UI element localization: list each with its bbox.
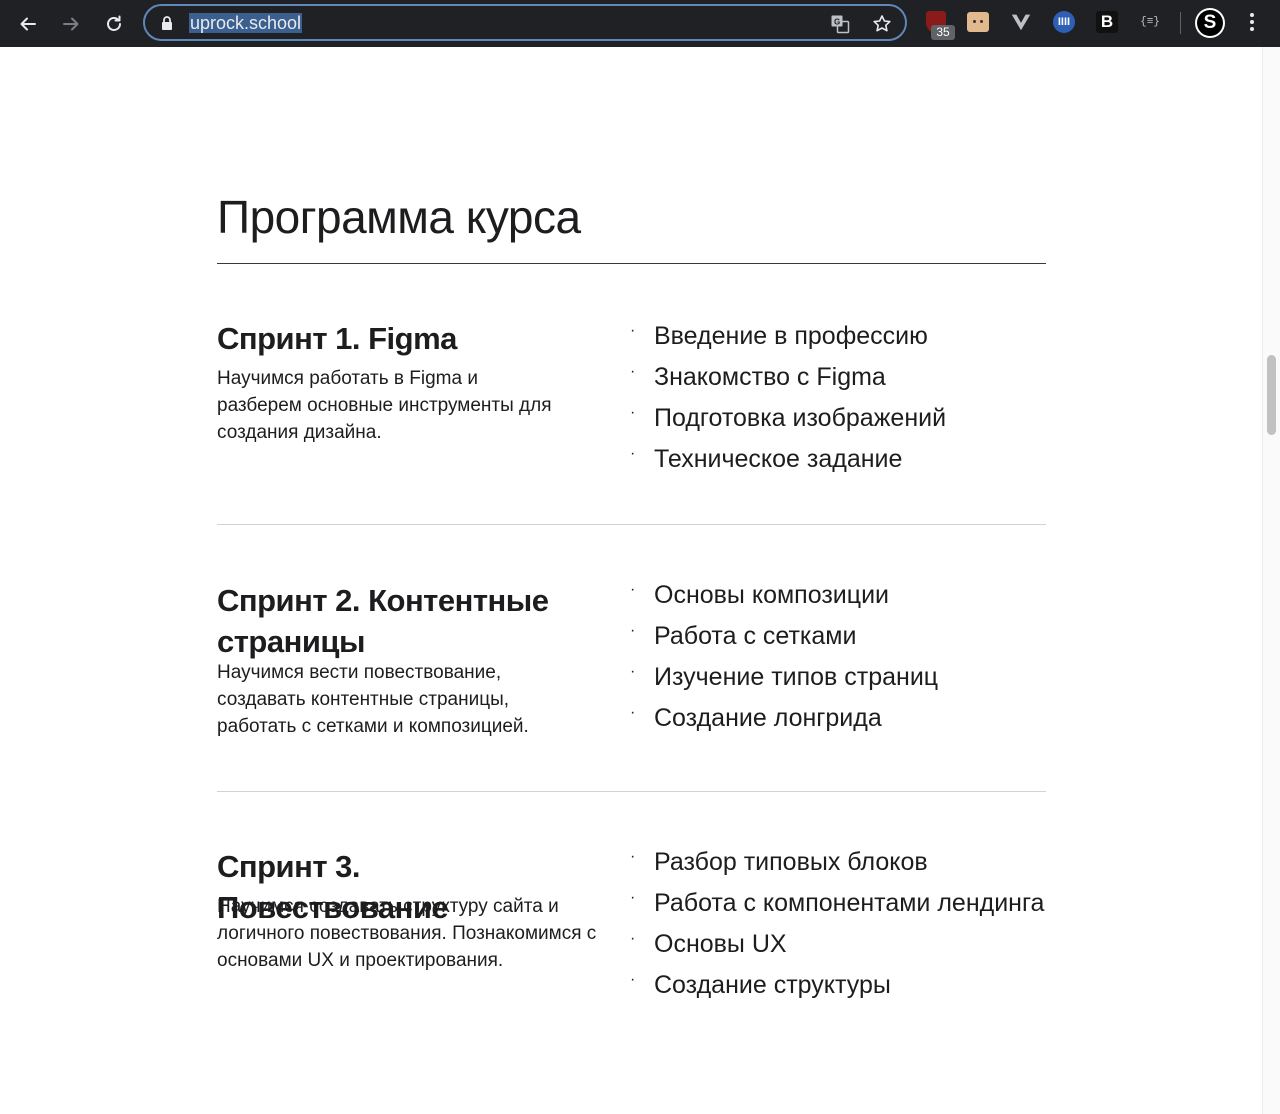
profile-avatar[interactable]: S [1195,8,1225,38]
sprint-divider [217,524,1046,525]
sprint-divider [217,791,1046,792]
bullet: · [630,704,636,721]
list-item: · Подготовка изображений [630,404,947,432]
reload-button[interactable] [99,9,129,39]
bullet: · [630,581,636,598]
arrow-left-icon [20,17,36,31]
bullet: · [630,930,636,947]
bars-extension-icon[interactable]: IIII [1052,10,1076,34]
translate-icon[interactable]: G [829,13,851,35]
page-title: Программа курса [217,191,581,243]
bullet: · [630,971,636,988]
json-viewer-icon[interactable]: {≡} [1136,10,1164,34]
bullet: · [630,404,636,421]
sprint-1-description: Научимся работать в Figma и разберем осн… [217,368,552,443]
forward-button[interactable] [56,9,86,39]
vue-devtools-icon[interactable] [1009,10,1033,34]
back-button[interactable] [13,9,43,39]
ublock-count-badge: 35 [931,25,955,40]
address-bar[interactable]: uprock.school G [143,4,907,41]
sprint-2-title: Спринт 2. Контентные страницы [217,583,549,659]
list-item: · Создание лонгрида [630,704,882,732]
bullet: · [630,322,636,339]
bullet: · [630,889,636,906]
title-divider [217,263,1046,264]
list-item: · Разбор типовых блоков [630,848,928,876]
list-item: · Работа с компонентами лендинга [630,889,1045,917]
bullet: · [630,363,636,380]
chrome-menu-icon[interactable] [1240,10,1264,34]
sprint-1-title: Спринт 1. Figma [217,321,457,356]
sprint-1-topics: · Введение в профессию · Знакомство с Figm… [628,316,946,480]
sprint-2-topics: · Основы композиции · Работа с сетками · Из… [628,575,938,739]
arrow-right-icon [63,17,79,31]
bullet: · [630,663,636,680]
b-extension-icon[interactable]: B [1095,10,1119,34]
sprint-2-description: Научимся вести повествование, создавать … [217,662,529,737]
bullet: · [630,848,636,865]
list-item: · Работа с сетками [630,622,857,650]
svg-text:G: G [834,18,840,27]
toolbar-divider [1180,12,1181,34]
list-item: · Основы UX [630,930,787,958]
list-item: · Изучение типов страниц [630,663,939,691]
scrollbar-thumb[interactable] [1267,355,1276,435]
list-item: · Основы композиции [630,581,889,609]
list-item: · Введение в профессию [630,322,928,350]
scrollbar-track[interactable] [1262,47,1280,1114]
list-item: · Создание структуры [630,971,891,999]
list-item: · Техническое задание [630,445,903,473]
lock-icon [162,16,172,30]
browser-toolbar: uprock.school G 35 IIII B {≡} S [0,0,1280,47]
bookmark-star-icon[interactable] [871,13,893,35]
bullet: · [630,445,636,462]
bullet: · [630,622,636,639]
reload-icon [107,15,121,31]
sprint-3-description: Научимся создавать структуру сайта и лог… [217,896,597,971]
url-text[interactable]: uprock.school [189,13,303,33]
sprint-3-topics: · Разбор типовых блоков · Работа с компоне… [628,842,1044,1006]
list-item: · Знакомство с Figma [630,363,886,391]
face-extension-icon[interactable] [966,10,990,34]
